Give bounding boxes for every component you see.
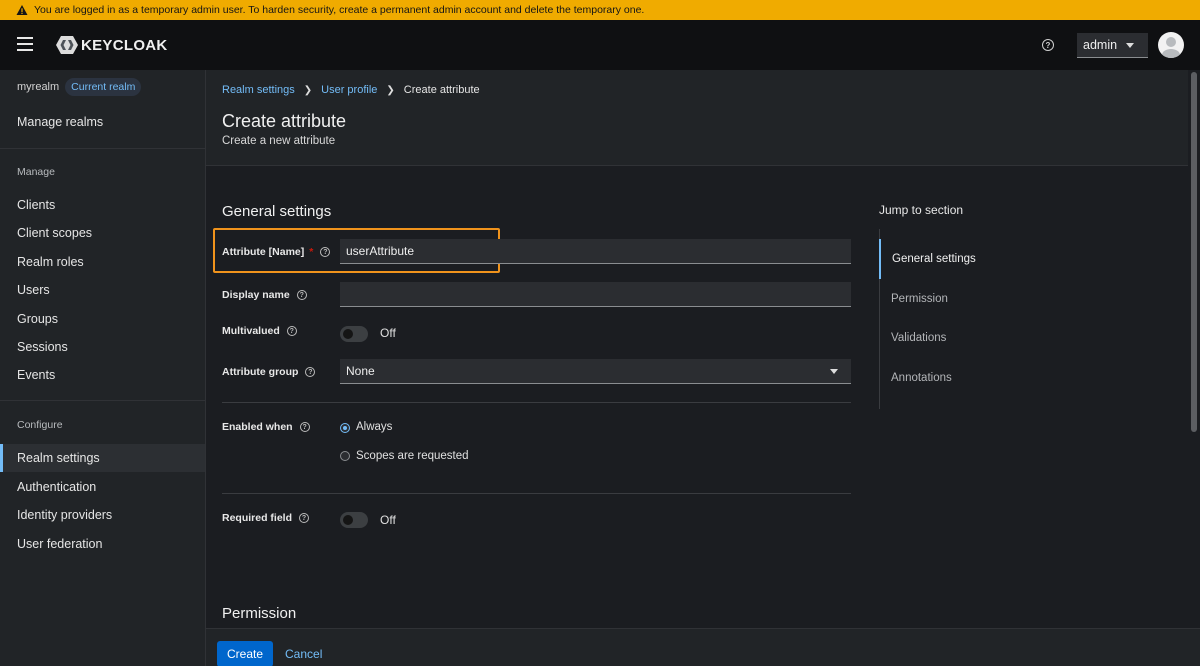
caret-down-icon: [830, 369, 838, 374]
multivalued-toggle[interactable]: [340, 326, 368, 342]
scrollbar-thumb[interactable]: [1191, 72, 1197, 432]
display-name-label-text: Display name: [222, 289, 290, 301]
sidebar-item-client-scopes[interactable]: Client scopes: [0, 219, 205, 247]
attribute-name-label: Attribute [Name] * ?: [222, 246, 331, 258]
required-field-label: Required field ?: [222, 512, 310, 524]
multivalued-label: Multivalued ?: [222, 325, 297, 337]
avatar[interactable]: [1158, 32, 1184, 58]
enabled-always-label[interactable]: Always: [356, 421, 392, 433]
required-field-state: Off: [380, 513, 396, 527]
user-dropdown-label: admin: [1083, 38, 1118, 52]
help-icon[interactable]: ?: [299, 513, 310, 523]
manage-section-heading: Manage: [17, 166, 55, 178]
attribute-name-label-text: Attribute [Name]: [222, 246, 305, 258]
attribute-group-label-text: Attribute group: [222, 366, 299, 378]
keycloak-logo[interactable]: KEYCLOAK: [55, 35, 168, 55]
sidebar-item-users[interactable]: Users: [0, 276, 205, 304]
attribute-group-select[interactable]: None: [340, 359, 851, 384]
breadcrumb-current: Create attribute: [403, 84, 480, 96]
required-asterisk: *: [309, 246, 314, 258]
keycloak-logo-text: KEYCLOAK: [81, 36, 168, 54]
realm-selector[interactable]: myrealm Current realm: [17, 78, 142, 96]
page-subtitle: Create a new attribute: [222, 135, 336, 147]
sidebar-item-realm-roles[interactable]: Realm roles: [0, 248, 205, 276]
temporary-admin-banner: You are logged in as a temporary admin u…: [0, 0, 1200, 20]
sidebar-item-authentication[interactable]: Authentication: [0, 473, 205, 501]
page-header: Realm settings ❯ User profile ❯ Create a…: [206, 70, 1188, 166]
current-realm-badge: Current realm: [65, 78, 142, 96]
enabled-when-label: Enabled when ?: [222, 421, 310, 433]
sidebar-item-user-federation[interactable]: User federation: [0, 530, 205, 558]
general-settings-heading: General settings: [222, 203, 332, 220]
divider: [222, 493, 851, 494]
sidebar-item-realm-settings[interactable]: Realm settings: [0, 444, 205, 472]
help-icon[interactable]: ?: [1042, 39, 1054, 51]
sidebar-item-groups[interactable]: Groups: [0, 305, 205, 333]
attribute-name-input[interactable]: userAttribute: [340, 239, 851, 264]
user-avatar-icon: [1162, 37, 1180, 58]
jump-to-section-title: Jump to section: [879, 203, 964, 217]
display-name-label: Display name ?: [222, 289, 307, 301]
divider: [0, 400, 205, 401]
jump-item-general-settings[interactable]: General settings: [879, 239, 1028, 279]
main-scrollbar[interactable]: [1188, 70, 1200, 628]
multivalued-label-text: Multivalued: [222, 325, 280, 337]
sidebar-item-clients[interactable]: Clients: [0, 191, 205, 219]
jump-item-annotations[interactable]: Annotations: [880, 358, 1029, 398]
page-title: Create attribute: [222, 111, 347, 131]
help-icon[interactable]: ?: [299, 422, 310, 432]
divider: [0, 148, 205, 149]
main-content: Realm settings ❯ User profile ❯ Create a…: [206, 70, 1188, 628]
caret-down-icon: [1126, 43, 1134, 48]
help-icon[interactable]: ?: [286, 326, 297, 336]
enabled-scopes-radio[interactable]: [340, 451, 350, 461]
keycloak-logo-icon: [56, 36, 78, 54]
display-name-input[interactable]: [340, 282, 851, 307]
breadcrumb: Realm settings ❯ User profile ❯ Create a…: [222, 84, 480, 96]
enabled-when-label-text: Enabled when: [222, 421, 293, 433]
attribute-group-value: None: [346, 364, 375, 378]
permission-heading: Permission: [222, 605, 297, 622]
cancel-button[interactable]: Cancel: [285, 647, 322, 661]
enabled-always-radio[interactable]: [340, 423, 350, 433]
masthead: KEYCLOAK ? admin: [0, 20, 1200, 70]
hamburger-menu-icon[interactable]: [17, 37, 33, 51]
jump-to-section-nav: General settings Permission Validations …: [879, 229, 1029, 409]
sidebar-item-manage-realms[interactable]: Manage realms: [0, 108, 205, 136]
create-button[interactable]: Create: [217, 641, 273, 666]
form-actions: Create Cancel: [206, 628, 1200, 666]
banner-text: You are logged in as a temporary admin u…: [34, 4, 645, 16]
multivalued-state: Off: [380, 326, 396, 340]
help-icon[interactable]: ?: [296, 290, 307, 300]
warning-icon: [16, 5, 28, 15]
breadcrumb-user-profile[interactable]: User profile: [321, 84, 377, 96]
required-field-toggle[interactable]: [340, 512, 368, 528]
jump-item-permission[interactable]: Permission: [880, 279, 1029, 319]
chevron-right-icon: ❯: [386, 84, 395, 96]
sidebar-item-sessions[interactable]: Sessions: [0, 333, 205, 361]
attribute-group-label: Attribute group ?: [222, 366, 316, 378]
sidebar-item-events[interactable]: Events: [0, 361, 205, 389]
configure-section-heading: Configure: [17, 419, 63, 431]
chevron-right-icon: ❯: [303, 84, 313, 96]
enabled-scopes-label[interactable]: Scopes are requested: [356, 450, 469, 462]
jump-item-validations[interactable]: Validations: [880, 318, 1029, 358]
sidebar-item-identity-providers[interactable]: Identity providers: [0, 501, 205, 529]
required-field-label-text: Required field: [222, 512, 293, 524]
divider: [222, 402, 851, 403]
help-icon[interactable]: ?: [320, 247, 331, 257]
realm-name: myrealm: [17, 81, 60, 93]
sidebar: myrealm Current realm Manage realms Mana…: [0, 70, 206, 666]
help-icon[interactable]: ?: [305, 367, 316, 377]
breadcrumb-realm-settings[interactable]: Realm settings: [222, 84, 295, 96]
user-dropdown[interactable]: admin: [1077, 33, 1148, 58]
